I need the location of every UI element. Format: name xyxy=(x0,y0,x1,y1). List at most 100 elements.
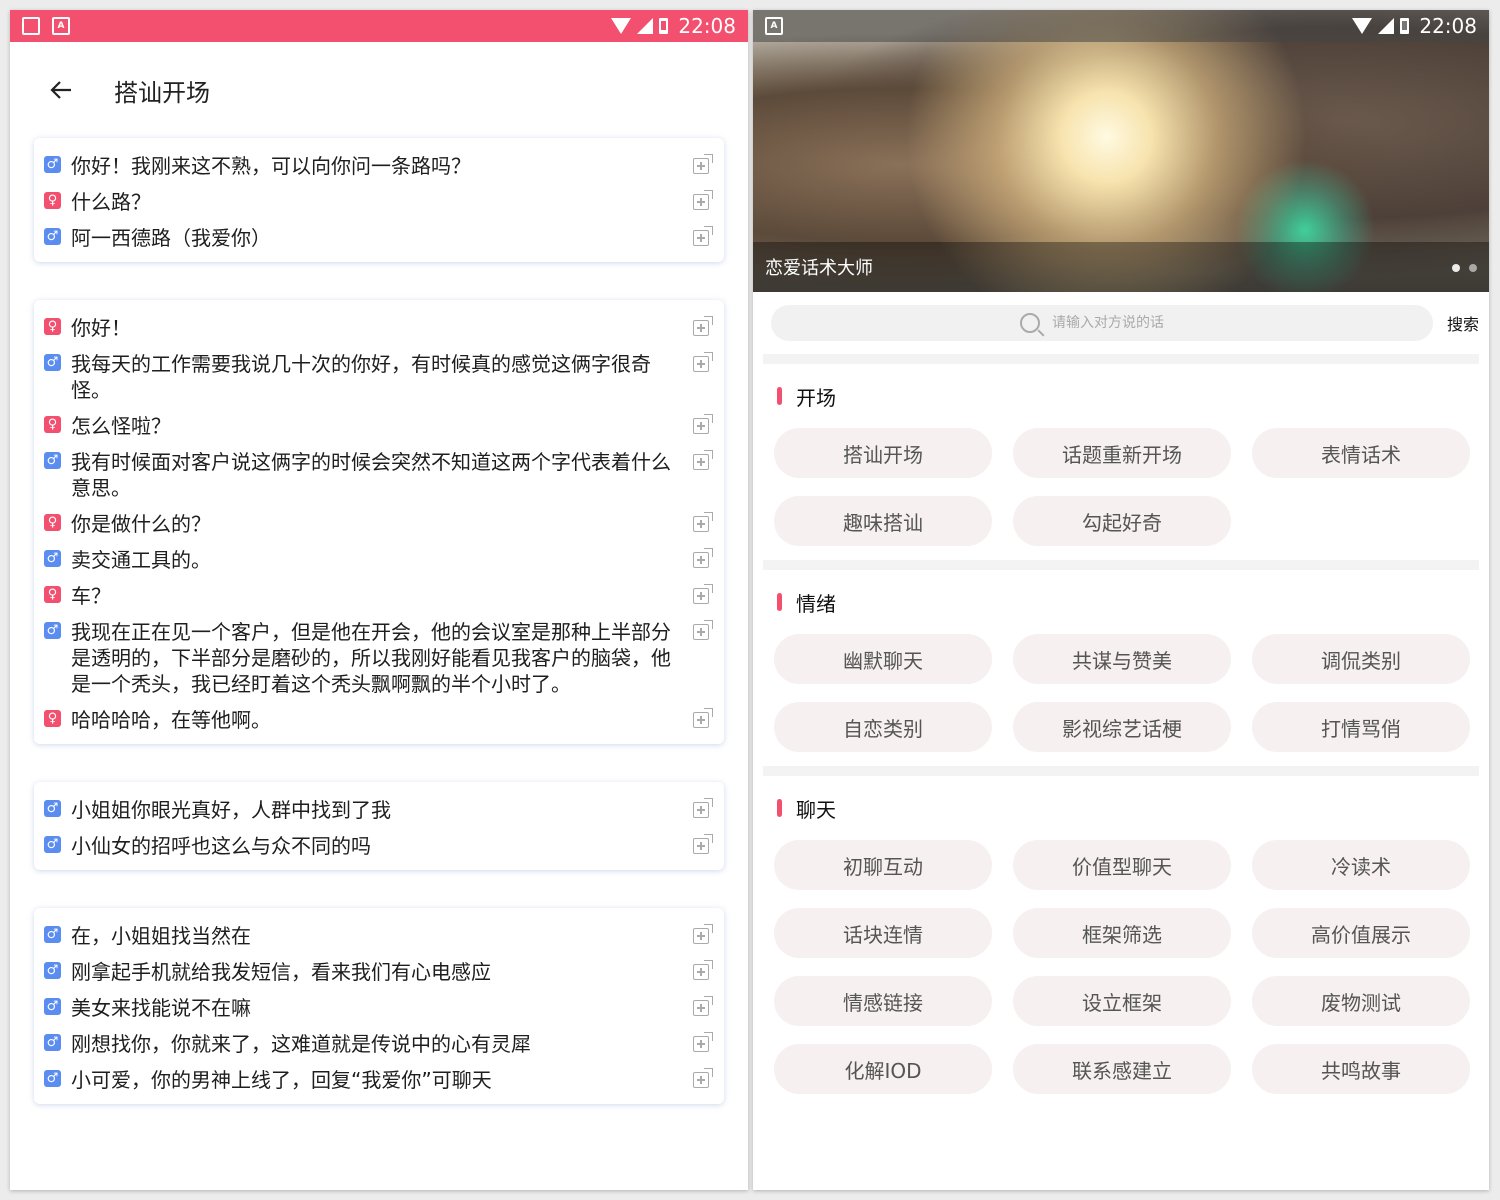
section-divider xyxy=(763,354,1479,364)
category-chip[interactable]: 趣味搭讪 xyxy=(774,496,992,546)
dialogue-line[interactable]: ♂ 我现在正在见一个客户，但是他在开会，他的会议室是那种上半部分是透明的，下半部分… xyxy=(44,614,713,702)
dialogue-list[interactable]: ♂ 你好！我刚来这不熟，可以向你问一条路吗？ ♀ 什么路？ ♂ 阿一西德路（我爱你） ♀ 你好… xyxy=(10,138,748,1142)
category-chip[interactable]: 框架筛选 xyxy=(1013,908,1231,958)
male-icon: ♂ xyxy=(44,962,61,979)
male-icon: ♂ xyxy=(44,622,61,639)
page-title: 搭讪开场 xyxy=(114,78,210,107)
category-chip[interactable]: 话块连情 xyxy=(774,908,992,958)
add-to-favorites-icon[interactable] xyxy=(693,154,713,174)
category-chip[interactable]: 设立框架 xyxy=(1013,976,1231,1026)
dialogue-line[interactable]: ♂ 卖交通工具的。 xyxy=(44,542,713,578)
category-chip[interactable]: 自恋类别 xyxy=(774,702,992,752)
category-chip[interactable]: 共谋与赞美 xyxy=(1013,634,1231,684)
add-to-favorites-icon[interactable] xyxy=(693,450,713,470)
category-chip[interactable]: 废物测试 xyxy=(1252,976,1470,1026)
back-button[interactable] xyxy=(46,75,76,105)
status-time: 22:08 xyxy=(1419,14,1477,38)
dialogue-line[interactable]: ♂ 阿一西德路（我爱你） xyxy=(44,220,713,256)
dialogue-line[interactable]: ♂ 小仙女的招呼也这么与众不同的吗 xyxy=(44,828,713,864)
add-to-favorites-icon[interactable] xyxy=(693,584,713,604)
search-bar: 搜索 xyxy=(771,305,1479,341)
wifi-icon xyxy=(1352,18,1373,34)
category-chip[interactable]: 价值型聊天 xyxy=(1013,840,1231,890)
battery-icon xyxy=(659,18,669,34)
category-chip[interactable]: 表情话术 xyxy=(1252,428,1470,478)
dialogue-line[interactable]: ♀ 什么路？ xyxy=(44,184,713,220)
male-icon: ♂ xyxy=(44,156,61,173)
category-chip[interactable]: 共鸣故事 xyxy=(1252,1044,1470,1094)
add-to-favorites-icon[interactable] xyxy=(693,1068,713,1088)
app-bar: 搭讪开场 xyxy=(10,42,748,138)
dialogue-line[interactable]: ♀ 你是做什么的？ xyxy=(44,506,713,542)
dialogue-line[interactable]: ♂ 我每天的工作需要我说几十次的你好，有时候真的感觉这俩字很奇怪。 xyxy=(44,346,713,408)
banner-carousel[interactable]: 恋爱话术大师 xyxy=(753,10,1489,292)
add-to-favorites-icon[interactable] xyxy=(693,924,713,944)
add-to-favorites-icon[interactable] xyxy=(693,708,713,728)
category-chip[interactable]: 幽默聊天 xyxy=(774,634,992,684)
category-chip[interactable]: 情感链接 xyxy=(774,976,992,1026)
dialogue-card: ♀ 你好！ ♂ 我每天的工作需要我说几十次的你好，有时候真的感觉这俩字很奇怪。 ♀ 怎么怪… xyxy=(34,300,724,744)
category-chip[interactable]: 联系感建立 xyxy=(1013,1044,1231,1094)
dialogue-line[interactable]: ♀ 车？ xyxy=(44,578,713,614)
add-to-favorites-icon[interactable] xyxy=(693,316,713,336)
dialogue-line[interactable]: ♂ 在，小姐姐找当然在 xyxy=(44,918,713,954)
dialogue-text: 刚拿起手机就给我发短信，看来我们有心电感应 xyxy=(71,960,491,984)
add-to-favorites-icon[interactable] xyxy=(693,512,713,532)
male-icon: ♂ xyxy=(44,926,61,943)
arrow-left-icon xyxy=(50,81,71,99)
dialogue-text: 你好！ xyxy=(71,316,131,340)
dialogue-text: 你是做什么的？ xyxy=(71,512,211,536)
add-to-favorites-icon[interactable] xyxy=(693,834,713,854)
category-chip[interactable]: 打情骂俏 xyxy=(1252,702,1470,752)
carousel-dot[interactable] xyxy=(1452,264,1460,272)
add-to-favorites-icon[interactable] xyxy=(693,1032,713,1052)
dialogue-line[interactable]: ♂ 美女来找能说不在嘛 xyxy=(44,990,713,1026)
add-to-favorites-icon[interactable] xyxy=(693,798,713,818)
category-chip[interactable]: 初聊互动 xyxy=(774,840,992,890)
category-chip[interactable]: 调侃类别 xyxy=(1252,634,1470,684)
category-chip[interactable]: 搭讪开场 xyxy=(774,428,992,478)
category-chip[interactable]: 影视综艺话梗 xyxy=(1013,702,1231,752)
add-to-favorites-icon[interactable] xyxy=(693,190,713,210)
add-to-favorites-icon[interactable] xyxy=(693,226,713,246)
dialogue-line[interactable]: ♂ 刚拿起手机就给我发短信，看来我们有心电感应 xyxy=(44,954,713,990)
search-input[interactable] xyxy=(1049,314,1184,332)
dialogue-text: 阿一西德路（我爱你） xyxy=(71,226,271,250)
dialogue-line[interactable]: ♂ 小可爱，你的男神上线了，回复“我爱你”可聊天 xyxy=(44,1062,713,1098)
category-section: 聊天 初聊互动 价值型聊天 冷读术 话块连情 框架筛选 高价值展示 情感链接 设立框架 废物测试化… xyxy=(763,776,1479,1108)
dialogue-line[interactable]: ♀ 怎么怪啦？ xyxy=(44,408,713,444)
category-grid: 幽默聊天 共谋与赞美 调侃类别自恋类别 影视综艺话梗 打情骂俏 xyxy=(763,634,1479,752)
dialogue-line[interactable]: ♂ 你好！我刚来这不熟，可以向你问一条路吗？ xyxy=(44,148,713,184)
category-chip[interactable]: 高价值展示 xyxy=(1252,908,1470,958)
male-icon: ♂ xyxy=(44,998,61,1015)
category-chip[interactable]: 化解IOD xyxy=(774,1044,992,1094)
dialogue-card: ♂ 你好！我刚来这不熟，可以向你问一条路吗？ ♀ 什么路？ ♂ 阿一西德路（我爱你） xyxy=(34,138,724,262)
section-title: 情绪 xyxy=(796,591,836,616)
dialogue-line[interactable]: ♀ 你好！ xyxy=(44,310,713,346)
dialogue-line[interactable]: ♂ 刚想找你，你就来了，这难道就是传说中的心有灵犀 xyxy=(44,1026,713,1062)
dialogue-line[interactable]: ♂ 小姐姐你眼光真好，人群中找到了我 xyxy=(44,792,713,828)
category-chip[interactable]: 勾起好奇 xyxy=(1013,496,1231,546)
carousel-dot[interactable] xyxy=(1469,264,1477,272)
dialogue-line[interactable]: ♀ 哈哈哈哈，在等他啊。 xyxy=(44,702,713,738)
dialogue-line[interactable]: ♂ 我有时候面对客户说这俩字的时候会突然不知道这两个字代表着什么意思。 xyxy=(44,444,713,506)
add-to-favorites-icon[interactable] xyxy=(693,620,713,640)
section-accent-bar xyxy=(777,799,782,817)
status-bar: A 22:08 xyxy=(753,10,1489,42)
male-icon: ♂ xyxy=(44,452,61,469)
search-button[interactable]: 搜索 xyxy=(1447,311,1479,335)
add-to-favorites-icon[interactable] xyxy=(693,960,713,980)
signal-icon xyxy=(1378,18,1395,34)
add-to-favorites-icon[interactable] xyxy=(693,996,713,1016)
category-chip[interactable]: 冷读术 xyxy=(1252,840,1470,890)
search-box[interactable] xyxy=(771,305,1433,341)
right-screen: A 22:08 恋爱话术大师 搜索 开场搭讪开场话题重新开场表情话术趣味搭讪勾起… xyxy=(753,10,1489,1190)
male-icon: ♂ xyxy=(44,800,61,817)
add-to-favorites-icon[interactable] xyxy=(693,414,713,434)
section-header: 开场 xyxy=(763,364,1479,428)
add-to-favorites-icon[interactable] xyxy=(693,352,713,372)
male-icon: ♂ xyxy=(44,354,61,371)
female-icon: ♀ xyxy=(44,192,61,209)
category-chip[interactable]: 话题重新开场 xyxy=(1013,428,1231,478)
add-to-favorites-icon[interactable] xyxy=(693,548,713,568)
